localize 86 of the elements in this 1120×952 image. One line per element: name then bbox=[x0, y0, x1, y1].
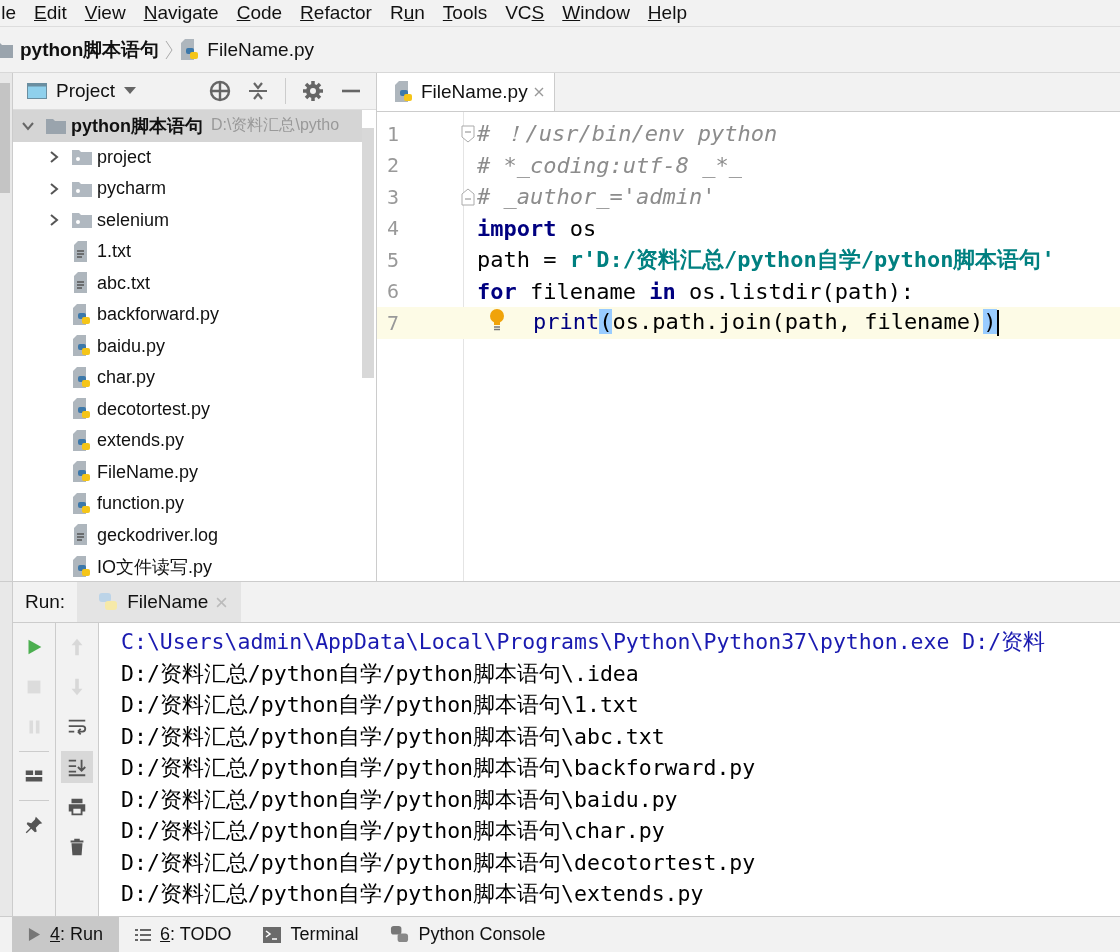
code-line: # *_coding:utf-8 _*_ bbox=[477, 152, 742, 178]
chevron-icon bbox=[165, 39, 174, 60]
menu-item[interactable]: Window bbox=[553, 2, 639, 24]
close-icon[interactable] bbox=[533, 87, 544, 97]
python-file-icon bbox=[71, 398, 93, 421]
print-icon bbox=[66, 796, 88, 818]
console-line: D:/资料汇总/python自学/python脚本语句\.idea bbox=[121, 659, 640, 688]
code-line: print(os.path.join(path, filename)) bbox=[532, 309, 999, 337]
tool-window-tab[interactable]: 6: TODO bbox=[119, 917, 248, 952]
scroll-end-button[interactable] bbox=[61, 751, 93, 783]
console-line: D:/资料汇总/python自学/python脚本语句\extends.py bbox=[121, 880, 705, 908]
pin-icon bbox=[23, 814, 45, 836]
python-file-icon bbox=[71, 555, 93, 578]
python-file-icon bbox=[71, 429, 93, 452]
play-icon bbox=[28, 927, 41, 942]
python-file-icon bbox=[71, 303, 93, 326]
code-line: for filename in os.listdir(path): bbox=[477, 278, 915, 304]
code-line: path = r'D:/资料汇总/python自学/python脚本语句' bbox=[477, 245, 1055, 274]
tree-item[interactable]: char.py bbox=[97, 367, 156, 389]
scrollbar[interactable] bbox=[362, 128, 374, 378]
menu-item[interactable]: Tools bbox=[433, 2, 497, 24]
menu-item[interactable]: Refactor bbox=[291, 2, 381, 24]
console-line: D:/资料汇总/python自学/python脚本语句\decotortest.py bbox=[121, 848, 757, 877]
line-number: 1 bbox=[386, 121, 401, 146]
line-number: 2 bbox=[386, 153, 401, 178]
tree-item[interactable]: project bbox=[97, 146, 152, 168]
line-number: 5 bbox=[386, 247, 401, 272]
panel-title: Run: bbox=[24, 591, 67, 613]
terminal-icon bbox=[263, 926, 282, 943]
menu-item[interactable]: Help bbox=[638, 2, 696, 24]
dropdown-caret-icon bbox=[124, 87, 137, 95]
tree-item[interactable]: function.py bbox=[97, 493, 185, 515]
panel-title[interactable]: Project bbox=[27, 80, 137, 102]
list-icon bbox=[135, 927, 152, 942]
tree-item[interactable]: selenium bbox=[97, 209, 170, 231]
line-number: 6 bbox=[386, 279, 401, 304]
console-line: C:\Users\admin\AppData\Local\Programs\Python\Python37\python.exe D:/资料 bbox=[121, 628, 1047, 656]
menu-item[interactable]: View bbox=[75, 2, 135, 24]
tree-item[interactable]: decotortest.py bbox=[97, 398, 211, 420]
tool-window-tab[interactable]: Python Console bbox=[374, 917, 562, 952]
tree-item[interactable]: IO文件读写.py bbox=[97, 554, 212, 579]
code-line: import os bbox=[477, 215, 597, 241]
code-line: # _author_='admin' bbox=[477, 184, 716, 210]
python-icon bbox=[97, 591, 120, 613]
tree-item[interactable]: geckodriver.log bbox=[97, 524, 219, 546]
menu-item[interactable]: ile bbox=[0, 2, 25, 24]
editor-tab[interactable]: FileName.py bbox=[377, 73, 555, 111]
tree-item[interactable]: python脚本语句 bbox=[71, 113, 203, 138]
tree-item[interactable]: extends.py bbox=[97, 430, 185, 452]
run-tab[interactable]: FileName bbox=[77, 582, 242, 622]
python-file-icon bbox=[71, 461, 93, 484]
tool-window-tab[interactable]: Terminal bbox=[247, 917, 375, 952]
menu-item[interactable]: Navigate bbox=[134, 2, 228, 24]
locate-icon[interactable] bbox=[209, 80, 231, 102]
tree-item[interactable]: FileName.py bbox=[97, 461, 199, 483]
console-line: D:/资料汇总/python自学/python脚本语句\backforward.py bbox=[121, 754, 757, 782]
line-number: 7 bbox=[386, 310, 401, 335]
menu-item[interactable]: VCS bbox=[496, 2, 554, 24]
python-icon bbox=[390, 925, 410, 944]
collapse-icon[interactable] bbox=[247, 80, 269, 102]
tree-item[interactable]: pycharm bbox=[97, 178, 167, 200]
console-line: D:/资料汇总/python自学/python脚本语句\abc.txt bbox=[121, 722, 666, 751]
folder-path: D:\资料汇总\pytho bbox=[211, 115, 340, 136]
tree-item[interactable]: 1.txt bbox=[97, 241, 131, 263]
python-file-icon bbox=[393, 81, 415, 103]
tree-item[interactable]: backforward.py bbox=[97, 304, 220, 326]
line-number: 3 bbox=[386, 184, 401, 209]
python-file-icon bbox=[71, 492, 93, 515]
console-line: D:/资料汇总/python自学/python脚本语句\baidu.py bbox=[121, 785, 679, 814]
code-line: # ！/usr/bin/env python bbox=[477, 119, 778, 148]
menu-item[interactable]: Edit bbox=[25, 2, 76, 24]
breadcrumb-item[interactable]: FileName.py bbox=[207, 38, 314, 61]
tree-item[interactable]: abc.txt bbox=[97, 272, 151, 294]
menu-item[interactable]: Run bbox=[380, 2, 434, 24]
lightbulb-icon[interactable] bbox=[489, 309, 505, 331]
tree-item[interactable]: baidu.py bbox=[97, 335, 166, 357]
breadcrumb-item[interactable]: python脚本语句 bbox=[20, 36, 160, 63]
line-number: 4 bbox=[386, 216, 401, 241]
console-line: D:/资料汇总/python自学/python脚本语句\1.txt bbox=[121, 691, 640, 719]
menu-item[interactable]: Code bbox=[227, 2, 292, 24]
console-line: D:/资料汇总/python自学/python脚本语句\char.py bbox=[121, 817, 666, 845]
window-icon bbox=[27, 83, 47, 99]
settings-icon[interactable] bbox=[302, 80, 324, 102]
python-file-icon bbox=[71, 335, 93, 358]
tool-window-tab[interactable]: 4: Run bbox=[12, 917, 120, 952]
python-file-icon bbox=[71, 366, 93, 389]
